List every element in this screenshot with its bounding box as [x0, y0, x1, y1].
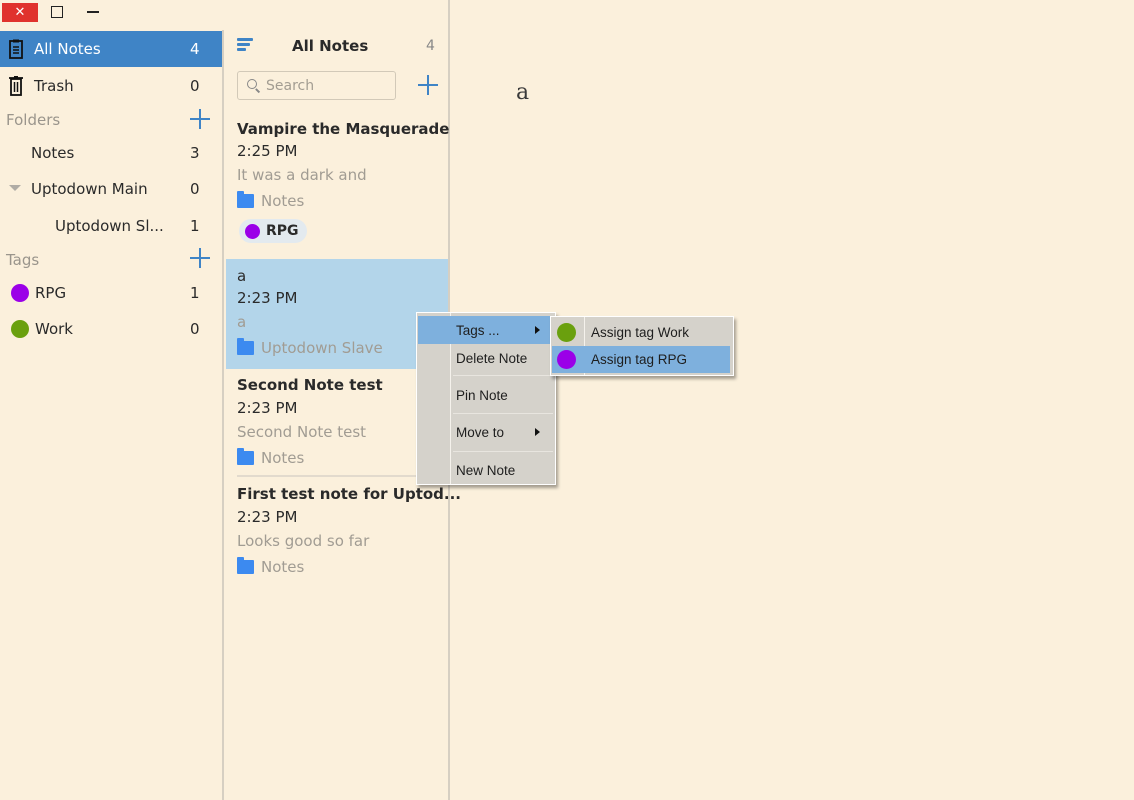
expand-triangle-icon[interactable] — [9, 185, 21, 191]
editor-content[interactable]: a — [516, 80, 529, 105]
tag-color-dot-icon — [557, 350, 576, 369]
search-box[interactable] — [237, 71, 396, 100]
note-preview: Looks good so far — [237, 532, 370, 550]
sidebar-folder-uptodown-main[interactable]: Uptodown Main 0 — [0, 171, 222, 207]
note-title: Second Note test — [237, 376, 383, 394]
menu-item-label: Assign tag Work — [591, 325, 690, 340]
note-time: 2:25 PM — [237, 142, 298, 160]
tag-count: 0 — [190, 320, 200, 338]
note-title: First test note for Uptod... — [237, 485, 461, 503]
note-list-title: All Notes — [292, 37, 369, 55]
menu-item-move-to[interactable]: Move to — [418, 418, 554, 446]
tag-color-dot-icon — [245, 223, 260, 239]
menu-separator — [453, 451, 553, 452]
folder-label: Uptodown Main — [31, 180, 148, 198]
menu-item-assign-tag-rpg[interactable]: Assign tag RPG — [552, 346, 730, 373]
menu-item-pin-note[interactable]: Pin Note — [418, 381, 554, 409]
sidebar-item-all-notes[interactable]: All Notes 4 — [0, 31, 222, 67]
note-preview: a — [237, 313, 247, 331]
menu-item-label: Assign tag RPG — [591, 352, 688, 367]
add-folder-button[interactable] — [190, 109, 210, 129]
folder-icon — [237, 448, 254, 465]
note-folder-label: Notes — [261, 558, 305, 576]
menu-item-new-note[interactable]: New Note — [418, 456, 554, 484]
menu-item-tags[interactable]: Tags ... — [418, 316, 554, 344]
sidebar-item-count: 4 — [190, 40, 200, 58]
sidebar-item-label: Trash — [34, 77, 74, 95]
folder-icon — [237, 338, 254, 355]
folders-header: Folders — [6, 108, 216, 132]
sidebar-folder-uptodown-slave[interactable]: Uptodown Sl... 1 — [0, 208, 222, 244]
new-note-button[interactable] — [418, 75, 438, 95]
tag-label: RPG — [35, 284, 67, 302]
maximize-button[interactable] — [51, 6, 63, 18]
sidebar-item-count: 0 — [190, 77, 200, 95]
menu-item-label: Pin Note — [456, 387, 508, 403]
folder-icon — [237, 191, 254, 208]
note-folder: Uptodown Slave — [237, 338, 383, 357]
tag-color-dot-icon — [557, 323, 576, 342]
note-folder: Notes — [237, 557, 305, 576]
trash-icon — [9, 76, 23, 96]
sidebar: All Notes 4 Trash 0 Folders Notes 3 Upto… — [0, 30, 224, 800]
note-time: 2:23 PM — [237, 289, 298, 307]
folder-label: Uptodown Sl... — [55, 217, 164, 235]
note-list-count: 4 — [426, 38, 435, 54]
menu-separator — [453, 375, 553, 376]
sidebar-item-trash[interactable]: Trash 0 — [0, 68, 222, 104]
note-time: 2:23 PM — [237, 399, 298, 417]
note-title: Vampire the Masquerade — [237, 120, 450, 138]
tags-submenu: Assign tag Work Assign tag RPG — [550, 316, 734, 376]
submenu-arrow-icon — [535, 326, 540, 334]
add-tag-button[interactable] — [190, 248, 210, 268]
tag-color-dot-icon — [11, 284, 29, 302]
tag-color-dot-icon — [11, 320, 29, 338]
close-button[interactable]: ✕ — [2, 3, 38, 22]
sidebar-folder-notes[interactable]: Notes 3 — [0, 135, 222, 171]
menu-item-label: New Note — [456, 462, 516, 478]
tag-chip-label: RPG — [266, 223, 299, 239]
tag-label: Work — [35, 320, 73, 338]
folder-label: Notes — [31, 144, 75, 162]
tag-chip[interactable]: RPG — [239, 219, 307, 243]
folders-header-label: Folders — [6, 111, 61, 129]
sort-icon[interactable] — [237, 38, 253, 52]
note-folder: Notes — [237, 448, 305, 467]
submenu-arrow-icon — [535, 428, 540, 436]
menu-separator — [453, 413, 553, 414]
note-folder-label: Notes — [261, 449, 305, 467]
minimize-button[interactable] — [87, 11, 99, 13]
menu-item-label: Tags ... — [456, 322, 500, 338]
sidebar-tag-rpg[interactable]: RPG 1 — [0, 275, 222, 311]
folder-count: 1 — [190, 217, 200, 235]
close-icon: ✕ — [14, 5, 26, 20]
tag-count: 1 — [190, 284, 200, 302]
sidebar-item-label: All Notes — [34, 40, 101, 58]
tags-header: Tags — [6, 248, 216, 272]
note-item[interactable]: First test note for Uptod... 2:23 PM Loo… — [226, 478, 461, 584]
note-time: 2:23 PM — [237, 508, 298, 526]
menu-item-label: Delete Note — [456, 350, 528, 366]
note-item[interactable]: Second Note test 2:23 PM Second Note tes… — [226, 369, 448, 475]
note-title: a — [237, 267, 247, 285]
note-folder-label: Uptodown Slave — [261, 339, 383, 357]
menu-item-label: Move to — [456, 424, 505, 440]
folder-count: 0 — [190, 180, 200, 198]
note-item-selected[interactable]: a 2:23 PM a Uptodown Slave — [226, 259, 448, 369]
sidebar-tag-work[interactable]: Work 0 — [0, 311, 222, 347]
note-preview: Second Note test — [237, 423, 367, 441]
search-input[interactable] — [266, 77, 386, 94]
folder-count: 3 — [190, 144, 200, 162]
note-item[interactable]: Vampire the Masquerade 2:25 PM It was a … — [226, 112, 450, 256]
context-menu: Tags ... Delete Note Pin Note Move to Ne… — [416, 312, 556, 485]
note-preview: It was a dark and — [237, 166, 367, 184]
menu-item-delete-note[interactable]: Delete Note — [418, 344, 554, 372]
note-folder-label: Notes — [261, 192, 305, 210]
notebook-icon — [9, 39, 23, 59]
folder-icon — [237, 557, 254, 574]
note-folder: Notes — [237, 191, 305, 210]
search-icon — [247, 79, 257, 89]
menu-item-assign-tag-work[interactable]: Assign tag Work — [552, 319, 730, 346]
tags-header-label: Tags — [6, 251, 40, 269]
